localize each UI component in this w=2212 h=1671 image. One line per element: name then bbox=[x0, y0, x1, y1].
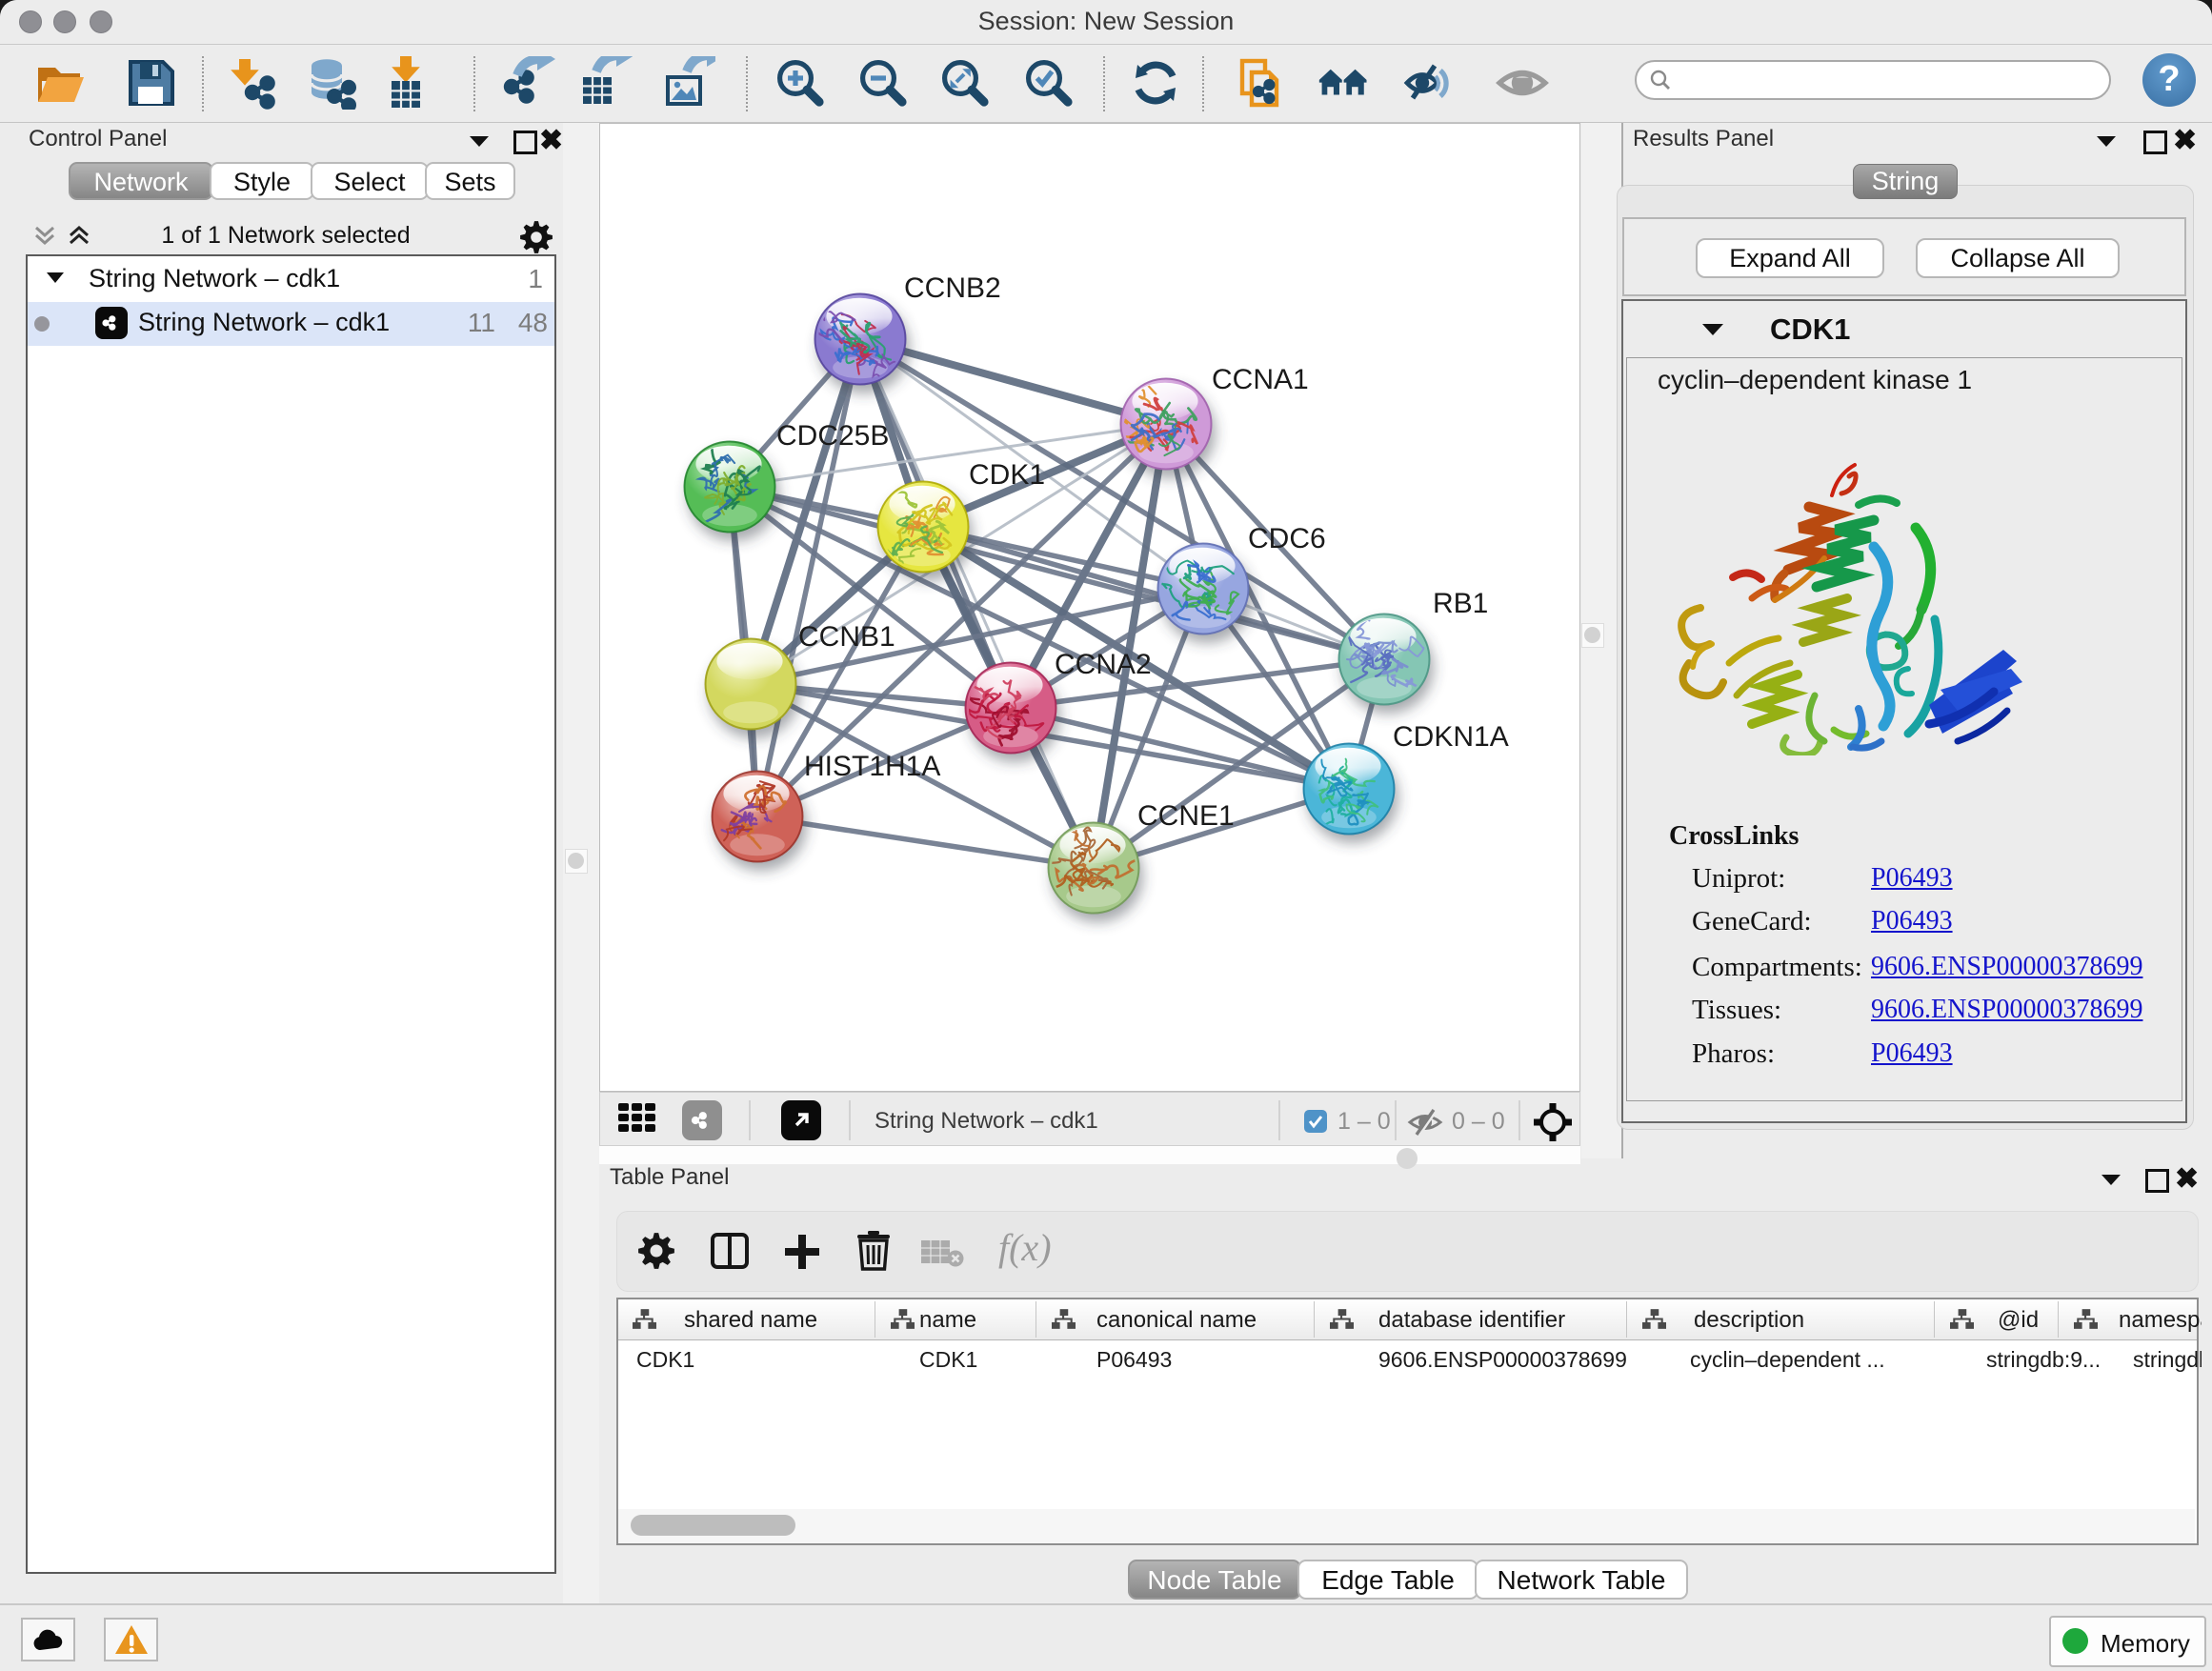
svg-text:CDC25B: CDC25B bbox=[776, 420, 889, 452]
svg-text:RB1: RB1 bbox=[1433, 588, 1488, 619]
svg-text:CCNB2: CCNB2 bbox=[904, 272, 1001, 304]
svg-text:CDK1: CDK1 bbox=[969, 459, 1045, 491]
svg-text:CCNA2: CCNA2 bbox=[1055, 649, 1152, 680]
svg-text:CDC6: CDC6 bbox=[1248, 523, 1326, 554]
svg-text:CDKN1A: CDKN1A bbox=[1393, 721, 1509, 753]
svg-text:CCNB1: CCNB1 bbox=[798, 621, 895, 653]
svg-text:HIST1H1A: HIST1H1A bbox=[804, 751, 940, 782]
svg-text:CCNA1: CCNA1 bbox=[1212, 364, 1309, 395]
svg-text:CCNE1: CCNE1 bbox=[1137, 800, 1235, 832]
